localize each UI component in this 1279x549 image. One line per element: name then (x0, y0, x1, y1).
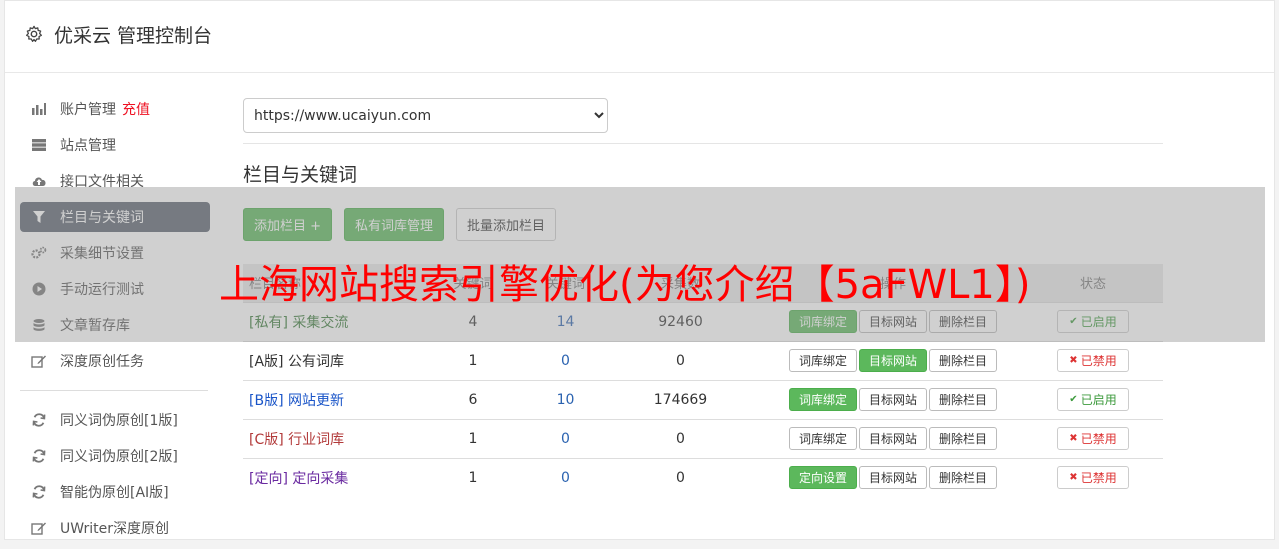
count2-cell: 0 (533, 457, 598, 497)
sidebar-item-label: 深度原创任务 (60, 354, 144, 370)
lexicon-bind-button[interactable]: 词库绑定 (788, 427, 857, 450)
status-cell: ✖ 已禁用 (1023, 457, 1163, 497)
delete-column-button[interactable]: 删除栏目 (929, 466, 998, 490)
column-tag: [A版] (249, 353, 284, 370)
status-toggle-button[interactable]: ✖ 已禁用 (1057, 466, 1129, 490)
page-title: 优采云 管理控制台 (54, 25, 213, 47)
divider (243, 143, 1163, 144)
status-cell: ✖ 已禁用 (1023, 418, 1163, 458)
collected-cell: 0 (598, 457, 763, 497)
refresh-icon (31, 484, 47, 500)
check-icon: ✔ (1069, 394, 1078, 405)
cross-icon: ✖ (1069, 433, 1078, 444)
table-row: [A版] 公有词库 1 0 0 词库绑定 目标网站 删除栏目 ✖ 已禁用 (243, 340, 1163, 380)
column-name-cell: [C版] 行业词库 (243, 418, 413, 458)
table-row: [B版] 网站更新 6 10 174669 词库绑定 目标网站 删除栏目 ✔ 已启用 (243, 379, 1163, 419)
sidebar-item-b-3[interactable]: UWriter深度原创 (20, 513, 210, 543)
cross-icon: ✖ (1069, 355, 1078, 366)
status-label: 已禁用 (1080, 471, 1117, 486)
count1-cell: 6 (413, 379, 533, 419)
column-name[interactable]: 网站更新 (284, 393, 344, 409)
cross-icon: ✖ (1069, 472, 1078, 484)
section-title: 栏目与关键词 (243, 164, 358, 186)
status-toggle-button[interactable]: ✖ 已禁用 (1057, 349, 1129, 372)
collected-cell: 0 (598, 418, 763, 458)
column-name-cell: [B版] 网站更新 (243, 379, 413, 419)
refresh-icon (31, 448, 47, 464)
target-site-button[interactable]: 目标网站 (858, 466, 927, 490)
status-label: 已禁用 (1080, 354, 1117, 368)
collected-cell: 174669 (598, 379, 763, 419)
status-toggle-button[interactable]: ✔ 已启用 (1057, 388, 1129, 411)
top-bar: 优采云 管理控制台 (5, 1, 1274, 73)
delete-column-button[interactable]: 删除栏目 (929, 427, 998, 450)
table-row: [定向] 定向采集 1 0 0 定向设置 目标网站 删除栏目 ✖ 已禁用 (243, 457, 1163, 497)
actions-cell: 词库绑定 目标网站 删除栏目 (763, 340, 1023, 380)
count1-cell: 1 (413, 340, 533, 380)
count2-cell: 10 (533, 379, 598, 419)
count1-cell: 1 (413, 457, 533, 497)
edit-icon (31, 520, 47, 536)
lexicon-bind-button[interactable]: 词库绑定 (788, 349, 857, 372)
status-cell: ✖ 已禁用 (1023, 340, 1163, 380)
count1-cell: 1 (413, 418, 533, 458)
refresh-icon (31, 412, 47, 428)
lexicon-bind-button[interactable]: 词库绑定 (788, 388, 857, 411)
collected-cell: 0 (598, 340, 763, 380)
overlay-text: 上海网站搜索引擎优化(为您介绍【5aFWL1】) (219, 262, 1031, 308)
bar-chart-icon (31, 101, 47, 117)
column-name-cell: [A版] 公有词库 (243, 340, 413, 380)
sidebar-item-b-0[interactable]: 同义词伪原创[1版] (20, 405, 210, 435)
delete-column-button[interactable]: 删除栏目 (929, 388, 998, 411)
main-content: https://www.ucaiyun.com 栏目与关键词 添加栏目 + 私有… (243, 98, 1163, 497)
sidebar-item-a-1[interactable]: 站点管理 (20, 130, 210, 160)
table-row: [C版] 行业词库 1 0 0 词库绑定 目标网站 删除栏目 ✖ 已禁用 (243, 418, 1163, 458)
sidebar-item-label: 同义词伪原创[2版] (60, 449, 178, 465)
target-site-button[interactable]: 目标网站 (858, 427, 927, 450)
sidebar-item-b-1[interactable]: 同义词伪原创[2版] (20, 441, 210, 471)
count2-cell: 0 (533, 340, 598, 380)
status-cell: ✔ 已启用 (1023, 379, 1163, 419)
actions-cell: 词库绑定 目标网站 删除栏目 (763, 418, 1023, 458)
sidebar-item-a-7[interactable]: 深度原创任务 (20, 346, 210, 376)
status-toggle-button[interactable]: ✖ 已禁用 (1057, 427, 1129, 450)
column-tag: [定向] (249, 470, 288, 487)
sidebar-item-label: 智能伪原创[AI版] (60, 485, 169, 501)
status-label: 已禁用 (1080, 432, 1117, 446)
server-icon (31, 137, 47, 153)
column-name[interactable]: 行业词库 (284, 432, 344, 448)
directed-settings-button[interactable]: 定向设置 (788, 466, 857, 490)
sidebar-item-b-2[interactable]: 智能伪原创[AI版] (20, 477, 210, 507)
sidebar-divider (20, 390, 208, 391)
sidebar-item-a-0[interactable]: 账户管理 充值 (20, 94, 210, 124)
sidebar-item-label: UWriter深度原创 (60, 521, 169, 537)
gear-icon (25, 25, 43, 43)
site-select[interactable]: https://www.ucaiyun.com (243, 98, 608, 133)
column-name[interactable]: 公有词库 (284, 354, 344, 370)
target-site-button[interactable]: 目标网站 (858, 388, 927, 411)
sidebar-item-label: 同义词伪原创[1版] (60, 413, 178, 429)
sidebar-item-label: 站点管理 (60, 138, 116, 154)
count2-cell: 0 (533, 418, 598, 458)
column-name[interactable]: 定向采集 (288, 471, 348, 487)
column-name-cell: [定向] 定向采集 (243, 457, 413, 497)
status-label: 已启用 (1080, 393, 1117, 407)
column-tag: [B版] (249, 392, 284, 409)
target-site-button[interactable]: 目标网站 (858, 349, 927, 372)
actions-cell: 定向设置 目标网站 删除栏目 (763, 457, 1023, 497)
recharge-link[interactable]: 充值 (122, 99, 150, 119)
sidebar-item-label: 账户管理 (60, 102, 116, 118)
edit-icon (31, 353, 47, 369)
column-tag: [C版] (249, 431, 284, 448)
actions-cell: 词库绑定 目标网站 删除栏目 (763, 379, 1023, 419)
delete-column-button[interactable]: 删除栏目 (929, 349, 998, 372)
